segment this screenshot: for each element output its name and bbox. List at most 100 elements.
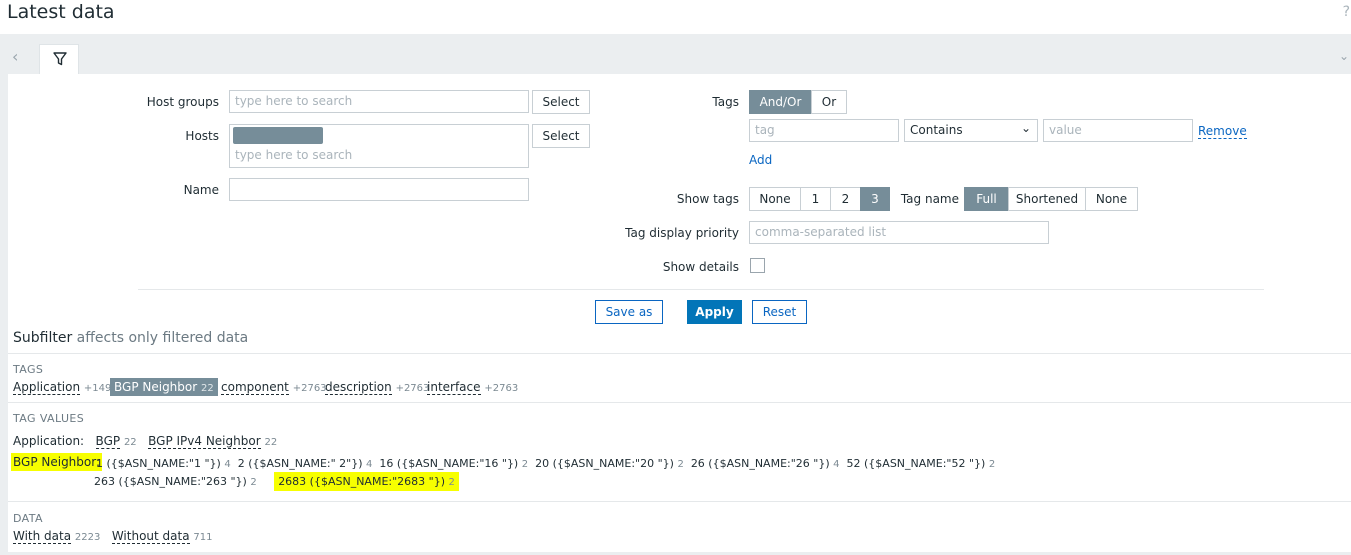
chevron-left-icon[interactable]: ‹ — [12, 47, 18, 66]
name-label: Name — [183, 183, 219, 197]
subfilter-tag-count: +2763 — [292, 383, 327, 394]
hosts-placeholder: type here to search — [235, 148, 353, 162]
data-values-row: With data 2223 Without data 711 — [13, 529, 213, 544]
page-header: Latest data ? — [0, 0, 1351, 34]
tag-value-input[interactable]: value — [1043, 119, 1193, 142]
tag-value-bgp-neighbor[interactable]: 20 ({$ASN_NAME:"20 "}) — [535, 457, 674, 470]
show-tags-none[interactable]: None — [749, 187, 801, 211]
chevron-down-icon[interactable]: ⌄ — [1339, 49, 1349, 63]
tag-name-label: Tag name — [900, 192, 959, 206]
subfilter-tag-name: description — [325, 380, 392, 395]
data-count: 2223 — [74, 532, 101, 543]
subfilter-tag-component[interactable]: component +2763 — [221, 380, 327, 395]
filter-tabbar — [0, 34, 1351, 74]
tags-or-button[interactable]: Or — [811, 90, 847, 114]
hosts-input[interactable]: type here to search — [229, 124, 529, 168]
tag-value-count: 4 — [224, 459, 231, 470]
show-tags-1[interactable]: 1 — [800, 187, 831, 211]
tag-value-bgp[interactable]: BGP — [95, 434, 121, 449]
tag-name-full[interactable]: Full — [964, 187, 1009, 211]
hosts-select-button[interactable]: Select — [532, 124, 590, 148]
tag-value-count: 22 — [264, 437, 278, 448]
hosts-label: Hosts — [185, 129, 219, 143]
data-count: 711 — [193, 532, 213, 543]
tag-value-count: 22 — [123, 437, 137, 448]
tags-label: Tags — [712, 95, 739, 109]
subfilter-with-data[interactable]: With data — [13, 529, 72, 544]
tag-value-bgp-neighbor[interactable]: 2 ({$ASN_NAME:" 2"}) — [238, 457, 363, 470]
subfilter-tag-application[interactable]: Application +149 — [13, 380, 112, 395]
subfilter-tag-bgp-neighbor[interactable]: BGP Neighbor 22 — [110, 378, 218, 396]
tag-values-section-header: TAG VALUES — [13, 412, 85, 425]
chevron-down-icon: ⌄ — [1020, 121, 1031, 135]
subfilter-title: Subfilter — [13, 330, 73, 346]
show-details-checkbox[interactable] — [750, 258, 765, 273]
data-section-header: DATA — [13, 512, 43, 525]
save-as-button[interactable]: Save as — [595, 300, 663, 324]
tag-name-none[interactable]: None — [1085, 187, 1138, 211]
host-groups-input[interactable]: type here to search — [229, 90, 529, 113]
show-details-label: Show details — [662, 260, 739, 274]
subfilter-tag-count: 22 — [201, 383, 214, 394]
subfilter-tag-description[interactable]: description +2763 — [325, 380, 430, 395]
tag-value-count: 2 — [677, 459, 684, 470]
divider — [8, 353, 1351, 354]
bgp-values-row-1: 1 ({$ASN_NAME:"1 "}) 4 2 ({$ASN_NAME:" 2… — [96, 457, 995, 470]
tag-value-bgp-neighbor[interactable]: 1 ({$ASN_NAME:"1 "}) — [96, 457, 221, 470]
help-icon[interactable]: ? — [1343, 4, 1350, 20]
show-tags-label: Show tags — [676, 192, 739, 206]
subfilter-without-data[interactable]: Without data — [111, 529, 190, 544]
subfilter-tag-count: +149 — [83, 383, 112, 394]
tag-value-bgp-neighbor[interactable]: 52 ({$ASN_NAME:"52 "}) — [847, 457, 986, 470]
page-title: Latest data — [7, 1, 115, 23]
filter-panel: Host groups type here to search Select H… — [8, 74, 1351, 552]
tags-and-or-button[interactable]: And/Or — [749, 90, 812, 114]
subfilter-note: affects only filtered data — [76, 330, 249, 346]
tag-priority-input[interactable]: comma-separated list — [749, 221, 1049, 244]
tag-value-bgp-ipv4-neighbor[interactable]: BGP IPv4 Neighbor — [148, 434, 261, 449]
host-groups-select-button[interactable]: Select — [532, 90, 590, 114]
subfilter-tag-count: +2763 — [484, 383, 519, 394]
tag-value-count: 2 — [448, 477, 455, 488]
show-tags-2[interactable]: 2 — [830, 187, 861, 211]
tag-value-bgp-neighbor[interactable]: 26 ({$ASN_NAME:"26 "}) — [691, 457, 830, 470]
tag-value-bgp-neighbor[interactable]: 16 ({$ASN_NAME:"16 "}) — [379, 457, 518, 470]
tags-section-header: TAGS — [13, 363, 44, 376]
host-groups-label: Host groups — [146, 95, 219, 109]
subfilter-tag-interface[interactable]: interface +2763 — [427, 380, 519, 395]
add-tag-link[interactable]: Add — [749, 153, 772, 167]
tag-operator-select[interactable]: Contains ⌄ — [904, 119, 1038, 142]
tag-value-count: 4 — [833, 459, 840, 470]
reset-button[interactable]: Reset — [752, 300, 807, 324]
tag-value-count: 2 — [521, 459, 529, 470]
filter-icon — [53, 52, 67, 66]
show-tags-3[interactable]: 3 — [860, 187, 890, 211]
tag-priority-label: Tag display priority — [625, 226, 739, 240]
subfilter-tag-name: Application — [13, 380, 81, 395]
divider — [8, 501, 1351, 502]
host-chip[interactable] — [233, 127, 323, 144]
bgp-neighbor-label: BGP Neighbor: — [8, 453, 105, 471]
divider — [138, 289, 1264, 290]
subfilter-tag-name: component — [221, 380, 289, 395]
subfilter-tag-name: interface — [427, 380, 481, 395]
tag-value-bgp-neighbor-highlighted[interactable]: 2683 ({$ASN_NAME:"2683 "}) 2 — [274, 472, 459, 491]
tag-value-bgp-neighbor[interactable]: 263 ({$ASN_NAME:"263 "}) — [94, 475, 247, 488]
tag-value-count: 2 — [988, 459, 996, 470]
bgp-neighbor-label-text: BGP Neighbor: — [11, 453, 103, 471]
tag-operator-value: Contains — [910, 123, 963, 137]
bgp-values-row-2: 263 ({$ASN_NAME:"263 "}) 2 2683 ({$ASN_N… — [94, 472, 459, 491]
divider — [8, 402, 1351, 403]
subfilter-heading: Subfilter affects only filtered data — [13, 330, 248, 346]
subfilter-tag-count: +2763 — [395, 383, 430, 394]
tag-value-count: 4 — [366, 459, 373, 470]
name-input[interactable] — [229, 178, 529, 201]
apply-button[interactable]: Apply — [687, 300, 742, 324]
tab-filter[interactable] — [39, 44, 79, 75]
tag-value-count: 2 — [250, 477, 257, 488]
tag-name-shortened[interactable]: Shortened — [1008, 187, 1086, 211]
application-values-row: Application: BGP 22 BGP IPv4 Neighbor 22 — [13, 434, 278, 449]
tag-input[interactable]: tag — [749, 119, 899, 142]
application-label: Application: — [13, 434, 85, 448]
remove-tag-link[interactable]: Remove — [1198, 124, 1247, 139]
